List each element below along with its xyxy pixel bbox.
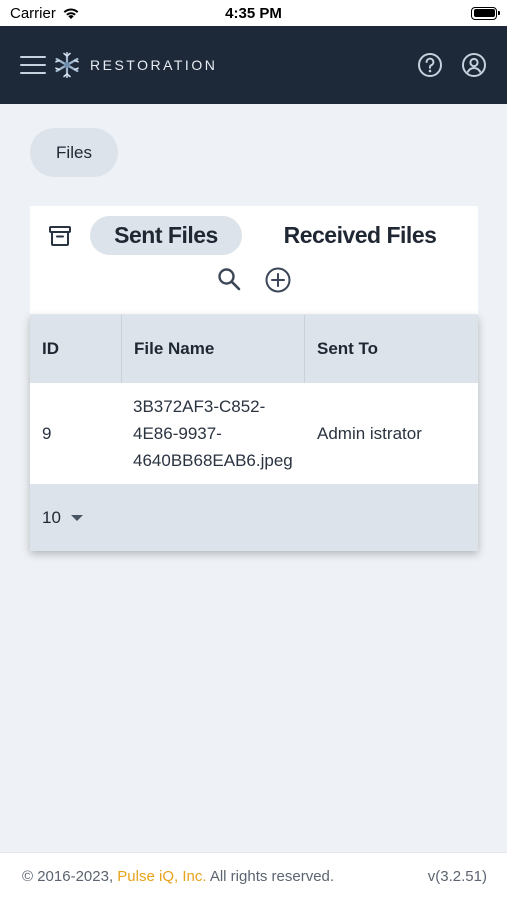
cell-id: 9 <box>42 423 52 443</box>
carrier-label: Carrier <box>10 4 56 22</box>
table-footer: 10 <box>30 484 478 551</box>
battery-level <box>473 9 495 17</box>
files-table: ID File Name Sent To 9 3B372AF3-C852- 4E… <box>30 315 478 551</box>
archive-icon[interactable] <box>47 223 73 249</box>
file-name-line: 4640BB68EAB6.jpeg <box>133 451 293 470</box>
cell-file-name: 3B372AF3-C852- 4E86-9937- 4640BB68EAB6.j… <box>121 383 305 484</box>
file-name-line: 3B372AF3-C852- <box>133 397 266 416</box>
status-bar: Carrier 4:35 PM <box>0 0 507 26</box>
copyright-suffix: All rights reserved. <box>206 868 335 885</box>
copyright: © 2016-2023, Pulse iQ, Inc. All rights r… <box>22 868 334 885</box>
status-left: Carrier <box>10 5 80 22</box>
table-header: ID File Name Sent To <box>30 315 478 383</box>
tab-received-files[interactable]: Received Files <box>262 216 458 255</box>
user-account-icon[interactable] <box>461 52 487 78</box>
page-footer: © 2016-2023, Pulse iQ, Inc. All rights r… <box>0 852 507 900</box>
header-actions <box>417 52 487 78</box>
column-header-sent-to[interactable]: Sent To <box>305 315 478 383</box>
brand-name: RESTORATION <box>90 57 218 73</box>
file-name-line: 4E86-9937- <box>133 424 222 443</box>
table-row[interactable]: 9 3B372AF3-C852- 4E86-9937- 4640BB68EAB6… <box>30 383 478 484</box>
tabs-card: Sent Files Received Files <box>30 206 478 314</box>
battery-icon <box>471 6 500 20</box>
snowflake-logo-icon <box>55 51 79 79</box>
help-icon[interactable] <box>417 52 443 78</box>
menu-icon[interactable] <box>20 52 46 78</box>
version-label: v(3.2.51) <box>427 868 487 885</box>
wifi-icon <box>63 8 79 19</box>
cell-sent-to: Admin istrator <box>317 423 422 443</box>
column-header-file-name[interactable]: File Name <box>121 315 305 383</box>
restoration-logo[interactable]: RESTORATION <box>52 50 217 80</box>
add-circle-icon[interactable] <box>264 266 292 294</box>
copyright-prefix: © 2016-2023, <box>22 868 118 885</box>
page-size-select[interactable]: 10 <box>42 508 83 528</box>
company-link[interactable]: Pulse iQ, Inc. <box>117 868 206 885</box>
tab-sent-files[interactable]: Sent Files <box>90 216 242 255</box>
caret-down-icon <box>70 514 83 521</box>
page-size-value: 10 <box>42 507 61 527</box>
column-header-id[interactable]: ID <box>30 315 121 383</box>
files-breadcrumb-chip[interactable]: Files <box>30 128 118 177</box>
app-header: RESTORATION <box>0 26 507 104</box>
search-icon[interactable] <box>216 266 242 292</box>
